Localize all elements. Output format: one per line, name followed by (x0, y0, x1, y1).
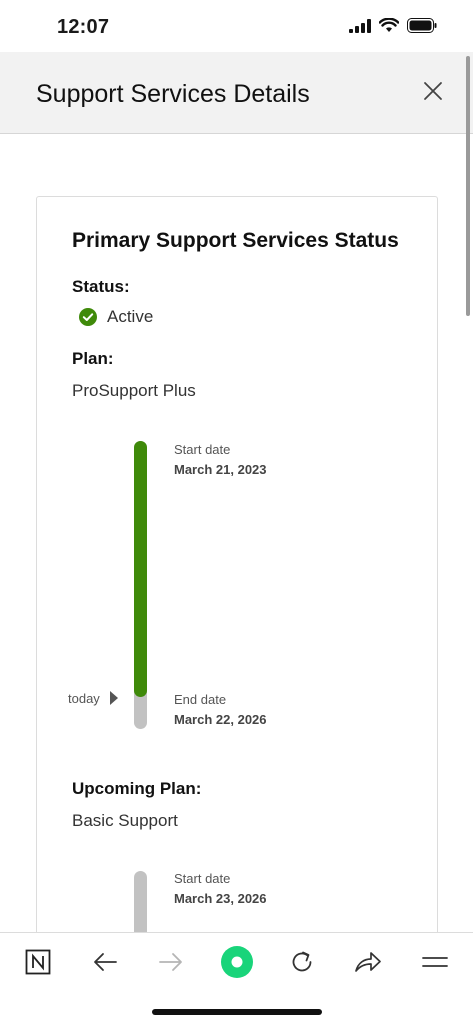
close-icon (424, 82, 442, 100)
wifi-icon (379, 18, 399, 32)
home-indicator (152, 1009, 322, 1015)
page-title: Support Services Details (36, 80, 310, 108)
start-date-label: Start date (174, 442, 231, 457)
start-date-value: March 21, 2023 (174, 462, 267, 477)
status-value: Active (107, 307, 154, 326)
header: Support Services Details (0, 52, 473, 134)
forward-arrow-icon (159, 953, 182, 971)
today-label: today (68, 691, 100, 706)
status-bar: 12:07 (0, 0, 473, 52)
plan-value: ProSupport Plus (72, 381, 196, 400)
back-button[interactable] (90, 947, 120, 977)
forward-button[interactable] (156, 947, 186, 977)
upcoming-start-date-label: Start date (174, 871, 231, 886)
home-button[interactable] (218, 943, 256, 981)
reload-icon (292, 951, 312, 972)
menu-icon (422, 957, 448, 967)
app-logo-icon (25, 949, 51, 975)
end-date-value: March 22, 2026 (174, 712, 267, 727)
upcoming-start-date-value: March 23, 2026 (174, 891, 267, 906)
status-row: Active (79, 307, 153, 327)
status-icons (349, 18, 437, 33)
plan-label: Plan: (72, 349, 114, 368)
app-logo-button[interactable] (23, 947, 53, 977)
support-status-card: Primary Support Services Status Status: … (36, 196, 438, 961)
status-label: Status: (72, 277, 130, 296)
share-icon (355, 952, 381, 972)
reload-button[interactable] (287, 947, 317, 977)
signal-icon (349, 18, 371, 33)
close-button[interactable] (420, 78, 446, 104)
scrollbar[interactable] (466, 56, 470, 316)
card-title: Primary Support Services Status (72, 229, 399, 252)
battery-icon (407, 18, 437, 33)
menu-button[interactable] (420, 947, 450, 977)
upcoming-plan-label: Upcoming Plan: (72, 779, 202, 798)
timeline-elapsed-fill (134, 441, 147, 697)
end-date-label: End date (174, 692, 227, 707)
check-circle-icon (79, 308, 97, 326)
status-time: 12:07 (57, 16, 110, 38)
upcoming-plan-value: Basic Support (72, 811, 178, 830)
share-button[interactable] (353, 947, 383, 977)
home-dot-icon (221, 946, 253, 978)
today-marker-icon (110, 691, 118, 705)
back-arrow-icon (94, 953, 117, 971)
